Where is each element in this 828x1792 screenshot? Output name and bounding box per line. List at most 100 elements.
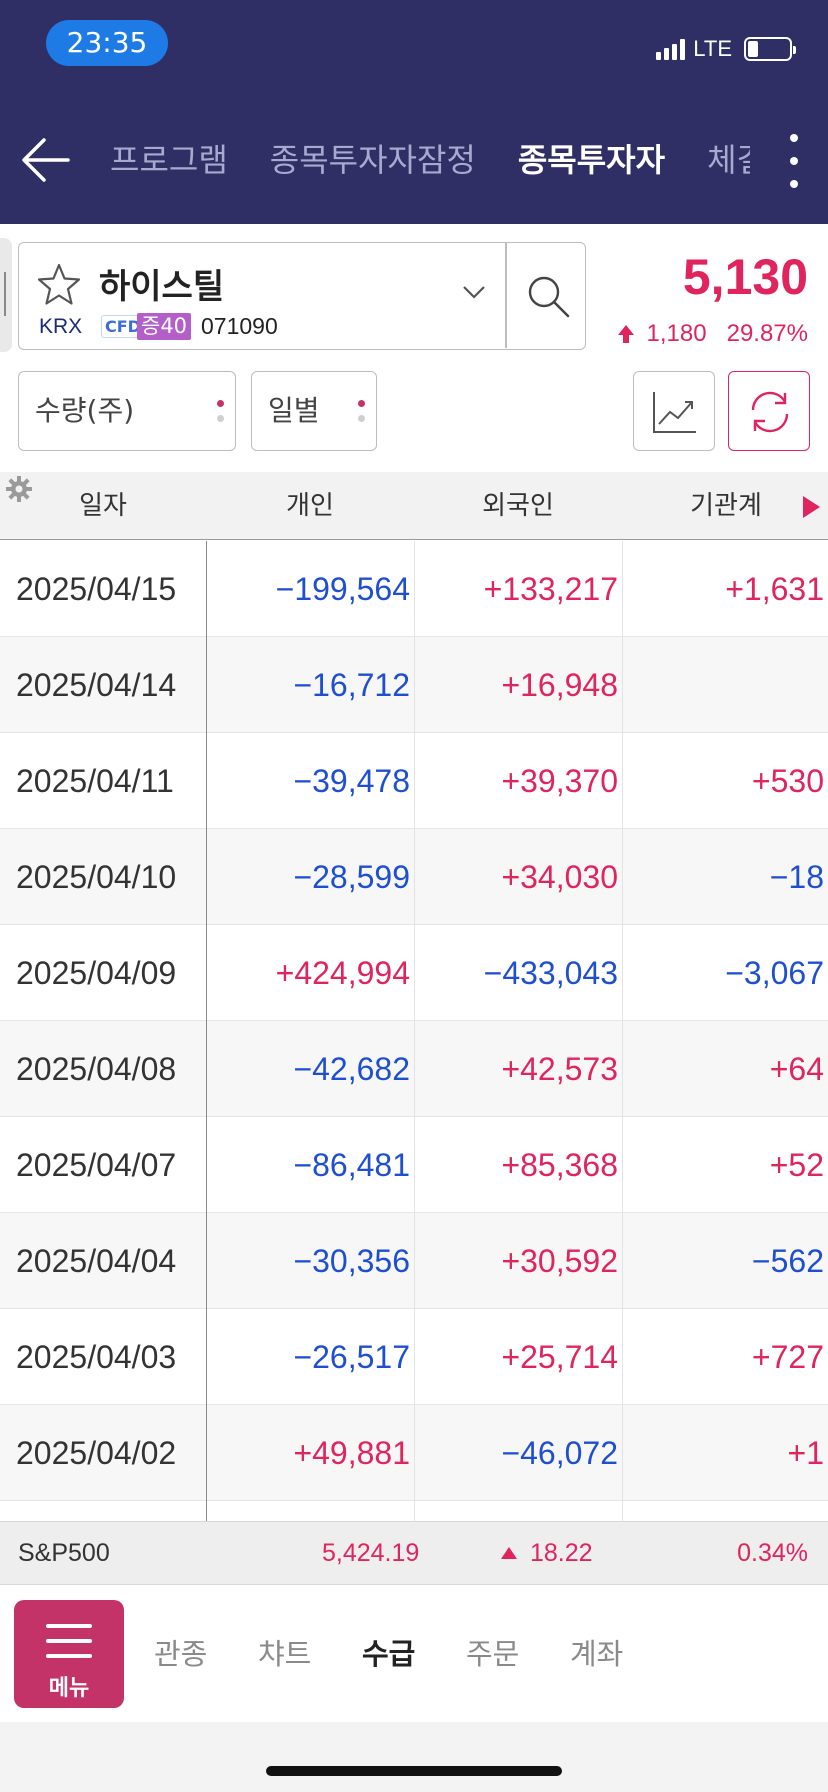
side-drawer-handle[interactable] — [0, 238, 12, 352]
cell-date: 2025/04/07 — [16, 1147, 177, 1183]
select-dots-icon — [358, 400, 366, 422]
ticker-name: S&P500 — [18, 1539, 110, 1567]
cell-date: 2025/04/10 — [16, 859, 177, 895]
battery-icon — [744, 37, 796, 61]
cell-institution: −562 — [751, 1243, 824, 1279]
home-indicator[interactable] — [266, 1766, 562, 1776]
ticker-value: 5,424.19 — [322, 1539, 420, 1567]
price-change: 1,180 29.87% — [617, 320, 808, 348]
bottom-nav-watchlist[interactable]: 관종 — [154, 1586, 207, 1722]
tab-program[interactable]: 프로그램 — [110, 132, 228, 188]
column-header-date: 일자 — [79, 491, 127, 521]
cell-institution: +64 — [769, 1051, 824, 1087]
refresh-button[interactable] — [728, 371, 810, 451]
cell-foreign: +25,714 — [501, 1339, 618, 1375]
bottom-nav-chart[interactable]: 챠트 — [258, 1586, 311, 1722]
unit-select[interactable]: 수량(주) — [18, 371, 236, 451]
cell-individual: −28,599 — [293, 859, 410, 895]
column-header-individual: 개인 — [286, 491, 334, 521]
cell-institution: +52 — [769, 1147, 824, 1183]
period-select[interactable]: 일별 — [251, 371, 377, 451]
arrow-up-icon — [617, 325, 634, 343]
cell-individual: −39,478 — [293, 763, 410, 799]
divider — [505, 243, 507, 348]
margin-badge: 증40 — [137, 313, 192, 340]
cell-institution: +727 — [751, 1339, 824, 1375]
network-label: LTE — [693, 36, 732, 61]
column-header-institution: 기관계 — [690, 491, 762, 521]
menu-button[interactable]: 메뉴 — [14, 1600, 124, 1708]
signal-icon — [656, 38, 686, 60]
cell-foreign: +16,948 — [501, 667, 618, 703]
cell-institution: +1 — [787, 1435, 824, 1471]
refresh-icon — [751, 391, 789, 433]
triangle-right-icon[interactable] — [800, 494, 822, 520]
home-indicator-area — [0, 1722, 828, 1792]
table-header: 일자 개인 외국인 기관계 — [0, 472, 828, 540]
bottom-nav-account[interactable]: 계좌 — [570, 1586, 623, 1722]
stock-selector[interactable]: 하이스틸 KRX CFD 증40 071090 — [18, 242, 586, 350]
back-button[interactable] — [18, 130, 74, 190]
cell-foreign: +85,368 — [501, 1147, 618, 1183]
cell-institution: +1,631 — [725, 571, 824, 607]
cell-date: 2025/04/15 — [16, 571, 177, 607]
cell-date: 2025/04/11 — [16, 763, 174, 799]
column-header-foreign: 외국인 — [482, 491, 554, 521]
column-divider — [206, 541, 207, 1521]
cell-date: 2025/04/08 — [16, 1051, 177, 1087]
stock-name: 하이스틸 — [99, 267, 225, 307]
cell-date: 2025/04/14 — [16, 667, 177, 703]
hamburger-icon — [46, 1624, 92, 1658]
stock-code: 071090 — [201, 313, 278, 339]
cell-individual: −26,517 — [293, 1339, 410, 1375]
triangle-up-icon — [500, 1546, 518, 1560]
cell-individual: −199,564 — [275, 571, 410, 607]
chart-button[interactable] — [633, 371, 715, 451]
cell-institution: −3,067 — [725, 955, 824, 991]
bottom-nav: 메뉴 관종 챠트 수급 주문 계좌 — [0, 1586, 828, 1722]
cell-foreign: +34,030 — [501, 859, 618, 895]
tab-execution[interactable]: 체결 — [707, 132, 750, 188]
search-icon — [528, 276, 570, 318]
cell-institution: +530 — [751, 763, 824, 799]
more-vertical-icon — [790, 134, 798, 142]
current-price: 5,130 — [682, 249, 808, 305]
cell-foreign: +133,217 — [483, 571, 618, 607]
change-amount: 1,180 — [646, 320, 707, 347]
cell-individual: −30,356 — [293, 1243, 410, 1279]
change-percent: 29.87% — [726, 320, 808, 347]
cell-individual: +424,994 — [275, 955, 410, 991]
more-menu-button[interactable] — [784, 134, 804, 188]
bottom-nav-supply-demand[interactable]: 수급 — [362, 1586, 415, 1722]
menu-label: 메뉴 — [48, 1676, 90, 1701]
ticker-change: 18.22 — [530, 1539, 593, 1567]
cell-individual: +49,881 — [293, 1435, 410, 1471]
column-divider — [622, 541, 623, 1521]
investor-table: 2025/04/15 −199,564 +133,217 +1,631 2025/04/… — [0, 541, 828, 1521]
cell-individual: −16,712 — [293, 667, 410, 703]
tab-investor[interactable]: 종목투자자 — [518, 132, 665, 188]
ticker-change-percent: 0.34% — [737, 1539, 808, 1567]
unit-select-label: 수량(주) — [35, 394, 135, 427]
cell-foreign: −433,043 — [483, 955, 618, 991]
cell-institution — [624, 637, 824, 733]
line-chart-icon — [653, 392, 696, 433]
cell-individual: −42,682 — [293, 1051, 410, 1087]
cell-individual: −86,481 — [293, 1147, 410, 1183]
cell-date: 2025/04/02 — [16, 1435, 177, 1471]
cell-date: 2025/04/03 — [16, 1339, 177, 1375]
select-dots-icon — [217, 400, 225, 422]
search-button[interactable] — [509, 243, 585, 348]
chevron-down-icon[interactable] — [461, 283, 487, 301]
cell-foreign: −46,072 — [501, 1435, 618, 1471]
star-icon[interactable] — [35, 261, 83, 309]
index-ticker[interactable]: S&P500 5,424.19 18.22 0.34% — [0, 1521, 828, 1585]
tab-investor-provisional[interactable]: 종목투자자잠정 — [270, 132, 476, 188]
column-divider — [414, 541, 415, 1521]
cell-foreign: +42,573 — [501, 1051, 618, 1087]
status-time: 23:35 — [46, 20, 168, 66]
app-header: 23:35 LTE 프로그램 종목투자자잠정 종목투자자 체결 — [0, 0, 828, 224]
exchange-label: KRX — [39, 315, 83, 338]
bottom-nav-order[interactable]: 주문 — [466, 1586, 519, 1722]
cell-foreign: +30,592 — [501, 1243, 618, 1279]
